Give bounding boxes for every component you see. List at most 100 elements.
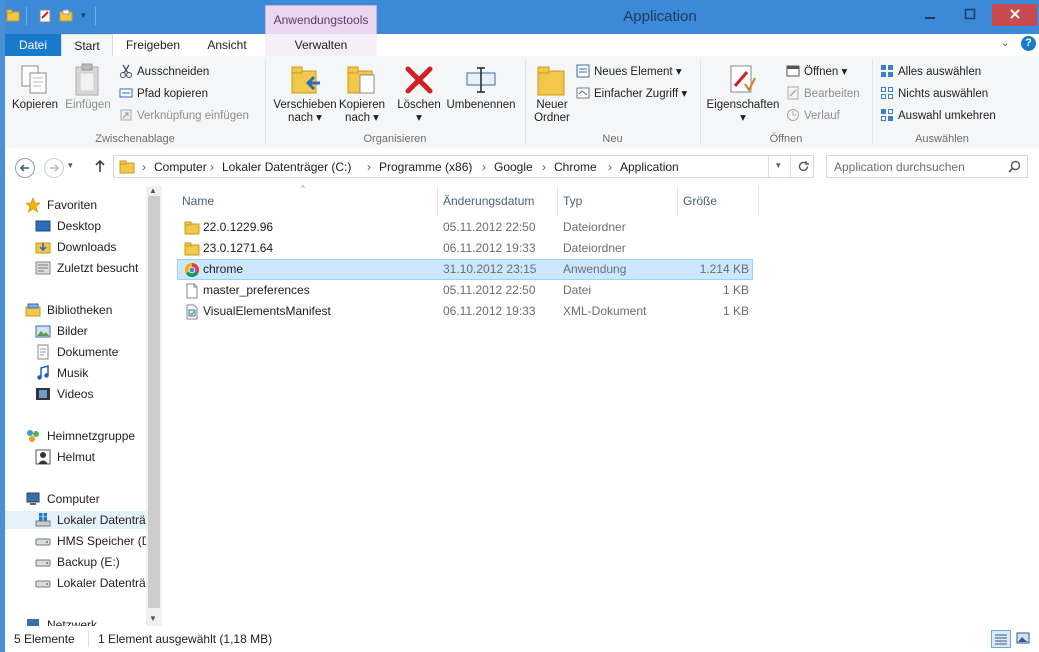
new-folder-button[interactable]: Neuer Ordner <box>527 99 577 125</box>
breadcrumb-separator[interactable]: › <box>542 160 546 174</box>
breadcrumb-separator[interactable]: › <box>482 160 486 174</box>
tab-verwalten[interactable]: Verwalten <box>265 34 377 56</box>
table-row[interactable]: VisualElementsManifest 06.11.2012 19:33 … <box>177 301 753 322</box>
refresh-icon[interactable] <box>797 160 810 173</box>
search-input[interactable]: Application durchsuchen <box>826 155 1028 178</box>
nav-drive-c[interactable]: Lokaler Datenträg <box>5 511 152 529</box>
column-header-date[interactable]: Änderungsdatum <box>443 190 534 212</box>
large-icons-view-icon <box>1016 632 1030 644</box>
select-all-icon <box>881 65 893 77</box>
breadcrumb-google[interactable]: Google <box>494 160 533 174</box>
forward-button[interactable] <box>44 158 64 178</box>
table-row[interactable]: 23.0.1271.64 06.11.2012 19:33 Dateiordne… <box>177 238 753 259</box>
folder-icon <box>119 160 135 174</box>
breadcrumb-separator[interactable]: › <box>367 160 371 174</box>
open-button[interactable]: Öffnen ▾ <box>786 64 847 80</box>
properties-button[interactable]: Eigenschaften ▾ <box>705 99 781 125</box>
details-view-button[interactable] <box>991 630 1011 648</box>
table-row-selected[interactable]: chrome 31.10.2012 23:15 Anwendung 1.214 … <box>177 259 753 280</box>
cut-button[interactable]: Ausschneiden <box>119 64 209 80</box>
tab-ansicht[interactable]: Ansicht <box>201 34 253 56</box>
scroll-down-icon[interactable]: ▼ <box>149 614 157 623</box>
column-divider[interactable] <box>677 186 678 216</box>
breadcrumb-drive-c[interactable]: Lokaler Datenträger (C:) <box>222 160 351 174</box>
new-item-button[interactable]: Neues Element ▾ <box>576 64 682 80</box>
new-folder-icon[interactable] <box>59 9 73 23</box>
column-divider[interactable] <box>437 186 438 216</box>
minimize-button[interactable] <box>910 4 950 26</box>
edit-button[interactable]: Bearbeiten <box>786 86 860 102</box>
nav-scrollbar-thumb[interactable] <box>148 196 160 608</box>
file-type: XML-Dokument <box>563 304 647 318</box>
qat-dropdown-icon[interactable]: ▾ <box>81 10 86 21</box>
file-size: 1 KB <box>722 304 749 318</box>
breadcrumb-separator[interactable]: › <box>210 160 214 174</box>
paste-icon <box>75 63 99 96</box>
copy-to-button[interactable]: Kopieren nach ▾ <box>337 99 387 125</box>
properties-icon[interactable] <box>38 9 52 23</box>
select-none-button[interactable]: Nichts auswählen <box>880 86 988 102</box>
address-row: ▾ › Computer › Lokaler Datenträger (C:) … <box>5 148 1039 186</box>
tab-freigeben[interactable]: Freigeben <box>123 34 183 56</box>
rename-button[interactable]: Umbenennen <box>445 99 517 112</box>
file-type: Dateiordner <box>563 220 626 234</box>
folder-icon[interactable] <box>6 9 20 23</box>
tab-datei[interactable]: Datei <box>5 34 61 56</box>
ribbon-separator <box>525 60 526 144</box>
column-header-type[interactable]: Typ <box>563 190 582 212</box>
help-icon[interactable]: ? <box>1021 36 1036 51</box>
breadcrumb-programme-x86[interactable]: Programme (x86) <box>379 160 472 174</box>
address-bar[interactable]: › Computer › Lokaler Datenträger (C:) › … <box>113 155 814 178</box>
easy-access-icon <box>576 87 590 99</box>
copy-path-button[interactable]: Pfad kopieren <box>119 86 208 102</box>
navigation-pane[interactable]: Favoriten Desktop Downloads Zuletzt besu… <box>5 186 162 626</box>
breadcrumb-separator[interactable]: › <box>608 160 612 174</box>
maximize-button[interactable] <box>950 4 990 26</box>
column-divider[interactable] <box>758 186 759 216</box>
window-title: Application <box>623 8 697 25</box>
invert-selection-button[interactable]: Auswahl umkehren <box>880 108 996 124</box>
recent-locations-icon[interactable]: ▾ <box>68 160 73 171</box>
drive-icon <box>35 559 51 567</box>
delete-button[interactable]: Löschen ▾ <box>395 99 443 125</box>
table-row[interactable]: master_preferences 05.11.2012 22:50 Date… <box>177 280 753 301</box>
close-button[interactable] <box>992 4 1037 26</box>
chrome-icon <box>185 263 199 277</box>
folder-icon <box>184 242 200 256</box>
file-size: 1.214 KB <box>699 262 749 276</box>
column-header-size[interactable]: Größe <box>683 190 717 212</box>
column-divider[interactable] <box>557 186 558 216</box>
copy-path-icon <box>119 88 133 98</box>
back-button[interactable] <box>15 158 35 178</box>
move-to-button[interactable]: Verschieben nach ▾ <box>270 99 340 125</box>
nav-scrollbar[interactable]: ▲ ▼ <box>146 186 162 626</box>
file-icon <box>186 283 198 299</box>
breadcrumb-application[interactable]: Application <box>620 160 679 174</box>
breadcrumb-computer[interactable]: Computer <box>154 160 207 174</box>
paste-button[interactable]: Einfügen <box>62 99 114 112</box>
copy-button[interactable]: Kopieren <box>10 99 60 112</box>
select-all-button[interactable]: Alles auswählen <box>880 64 981 80</box>
table-row[interactable]: 22.0.1229.96 05.11.2012 22:50 Dateiordne… <box>177 217 753 238</box>
windows-drive-icon <box>35 513 51 527</box>
new-item-icon <box>576 64 590 78</box>
scroll-up-icon[interactable]: ▲ <box>149 186 157 195</box>
paste-shortcut-button[interactable]: Verknüpfung einfügen <box>119 108 249 124</box>
search-icon[interactable] <box>1008 160 1021 173</box>
network-icon <box>27 619 39 626</box>
ribbon-collapse-icon[interactable]: ⌄ <box>1001 38 1009 49</box>
ribbon-separator <box>700 60 701 144</box>
tab-start[interactable]: Start <box>61 34 113 57</box>
videos-icon <box>36 388 50 400</box>
drive-icon <box>35 538 51 546</box>
up-button[interactable] <box>94 159 106 176</box>
history-icon <box>787 109 799 121</box>
column-header-name[interactable]: Name <box>182 190 214 212</box>
address-history-icon[interactable]: ▾ <box>776 160 781 171</box>
history-button[interactable]: Verlauf <box>786 108 840 124</box>
easy-access-button[interactable]: Einfacher Zugriff ▾ <box>576 86 687 102</box>
breadcrumb-chrome[interactable]: Chrome <box>554 160 597 174</box>
file-name: master_preferences <box>203 283 310 297</box>
breadcrumb-separator[interactable]: › <box>142 160 146 174</box>
large-icons-view-button[interactable] <box>1014 630 1034 648</box>
